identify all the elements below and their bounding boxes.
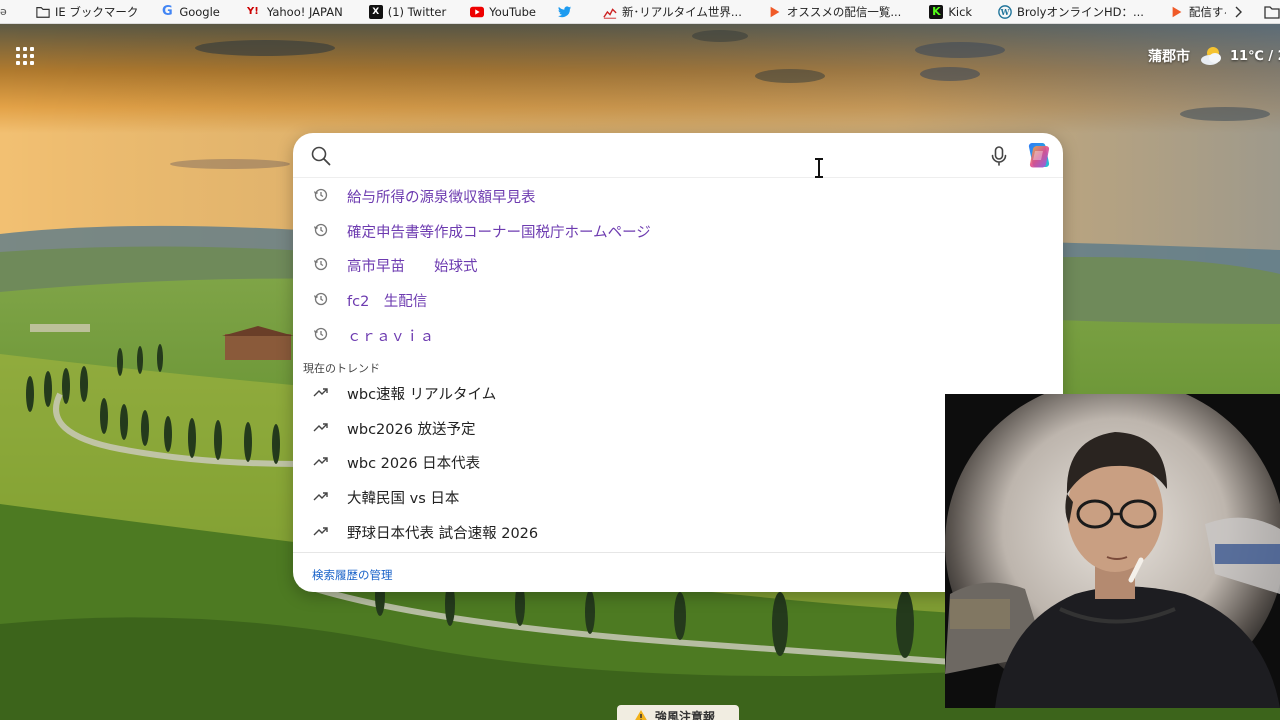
search-bar xyxy=(293,133,1063,178)
webcam-overlay xyxy=(945,394,1280,708)
bookmark-google[interactable]: G Google xyxy=(154,1,226,23)
bookmark-yahoo[interactable]: Y! Yahoo! JAPAN xyxy=(238,1,349,23)
warning-icon xyxy=(635,710,647,720)
bookmark-label: (1) Twitter xyxy=(387,4,447,19)
stream-icon xyxy=(1172,6,1182,17)
weather-city: 蒲郡市 xyxy=(1148,49,1190,65)
bookmark-broly[interactable]: W BrolyオンラインHD：... xyxy=(992,1,1150,23)
bookmark-label: 新･リアルタイム世界... xyxy=(621,4,742,19)
search-input[interactable] xyxy=(343,141,973,171)
trending-up-icon xyxy=(313,457,328,466)
history-suggestion[interactable]: fc2 生配信 xyxy=(293,282,1063,316)
history-suggestion[interactable]: ｃｒａｖｉａ xyxy=(293,317,1063,351)
chevron-right-icon[interactable] xyxy=(1226,0,1250,23)
yahoo-icon: Y! xyxy=(246,6,259,17)
trending-up-icon xyxy=(313,423,328,432)
bookmark-label: IE ブックマーク xyxy=(55,4,139,19)
suggestion-text: 野球日本代表 試合速報 2026 xyxy=(347,526,539,542)
history-icon xyxy=(313,188,328,202)
bookmark-stream-list[interactable]: オススメの配信一覧... xyxy=(762,1,907,23)
chart-icon xyxy=(603,7,617,19)
webcam-feed-image xyxy=(945,394,1280,708)
kick-icon: K xyxy=(929,4,944,19)
suggestion-text: 大韓民国 vs 日本 xyxy=(347,491,460,507)
suggestion-text: fc2 生配信 xyxy=(347,294,428,310)
bookmark-label: YouTube xyxy=(489,4,536,19)
google-icon: G xyxy=(161,4,173,19)
bookmark-ie-folder[interactable]: IE ブックマーク xyxy=(30,1,144,23)
text-cursor-icon xyxy=(815,158,823,178)
suggestion-text: 給与所得の源泉徴収額早見表 xyxy=(347,190,536,206)
bookmark-label: BrolyオンラインHD：... xyxy=(1017,4,1144,19)
folder-icon xyxy=(36,6,50,18)
suggestion-text: wbc2026 放送予定 xyxy=(347,422,476,438)
youtube-icon xyxy=(470,6,485,17)
bookmark-youtube[interactable]: YouTube xyxy=(464,1,542,23)
bookmark-twitter[interactable]: X (1) Twitter xyxy=(363,1,453,23)
history-suggestion[interactable]: 高市早苗 始球式 xyxy=(293,247,1063,281)
history-icon xyxy=(313,292,328,306)
bookmark-label: Google xyxy=(179,4,220,19)
bookmark-realtime-world[interactable]: 新･リアルタイム世界... xyxy=(597,1,748,23)
trending-up-icon xyxy=(313,388,328,397)
suggestion-text: 確定申告書等作成コーナー国税庁ホームページ xyxy=(347,225,651,241)
weather-temp: 11℃ / 2 xyxy=(1230,48,1280,64)
weather-widget[interactable]: 蒲郡市 11℃ / 2 xyxy=(1148,44,1280,68)
x-icon: X xyxy=(368,4,383,19)
manage-search-history-link[interactable]: 検索履歴の管理 xyxy=(312,567,393,583)
bookmark-label: Kick xyxy=(948,4,973,19)
history-icon xyxy=(313,223,328,237)
microphone-icon[interactable] xyxy=(987,144,1011,168)
suggestion-text: ｃｒａｖｉａ xyxy=(347,329,434,345)
weather-alert-badge[interactable]: 強風注意報 xyxy=(617,705,739,720)
history-icon xyxy=(313,257,328,271)
history-suggestion[interactable]: 確定申告書等作成コーナー国税庁ホームページ xyxy=(293,213,1063,247)
search-icon xyxy=(311,146,331,166)
suggestion-text: 高市早苗 始球式 xyxy=(347,259,478,275)
bookmark-label: オススメの配信一覧... xyxy=(786,4,902,19)
trending-up-icon xyxy=(313,527,328,536)
trends-heading: 現在のトレンド xyxy=(303,362,380,375)
suggestion-text: wbc 2026 日本代表 xyxy=(347,456,481,472)
trending-up-icon xyxy=(313,492,328,501)
partly-cloudy-icon xyxy=(1201,47,1221,65)
bookmark-edge-icon: ə xyxy=(0,4,7,18)
twitter-bird-icon xyxy=(557,5,572,17)
apps-launcher-icon[interactable] xyxy=(14,45,36,67)
bookmark-kick[interactable]: K Kick xyxy=(923,1,978,23)
stream-icon xyxy=(770,6,780,17)
wordpress-icon: W xyxy=(998,4,1012,19)
bookmark-twitter-bird[interactable] xyxy=(552,1,583,23)
alert-text: 強風注意報 xyxy=(655,709,716,720)
suggestion-text: wbc速報 リアルタイム xyxy=(347,387,497,403)
bookmarks-right-area xyxy=(1226,0,1280,23)
copilot-icon[interactable] xyxy=(1023,139,1055,171)
svg-text:W: W xyxy=(1000,8,1010,17)
history-suggestion[interactable]: 給与所得の源泉徴収額早見表 xyxy=(293,178,1063,212)
history-icon xyxy=(313,327,328,341)
other-favorites-folder-icon[interactable] xyxy=(1264,4,1280,20)
bookmarks-bar: ə IE ブックマーク G Google Y! Yahoo! JAPAN X (… xyxy=(0,0,1280,24)
bookmark-label: Yahoo! JAPAN xyxy=(266,4,343,19)
